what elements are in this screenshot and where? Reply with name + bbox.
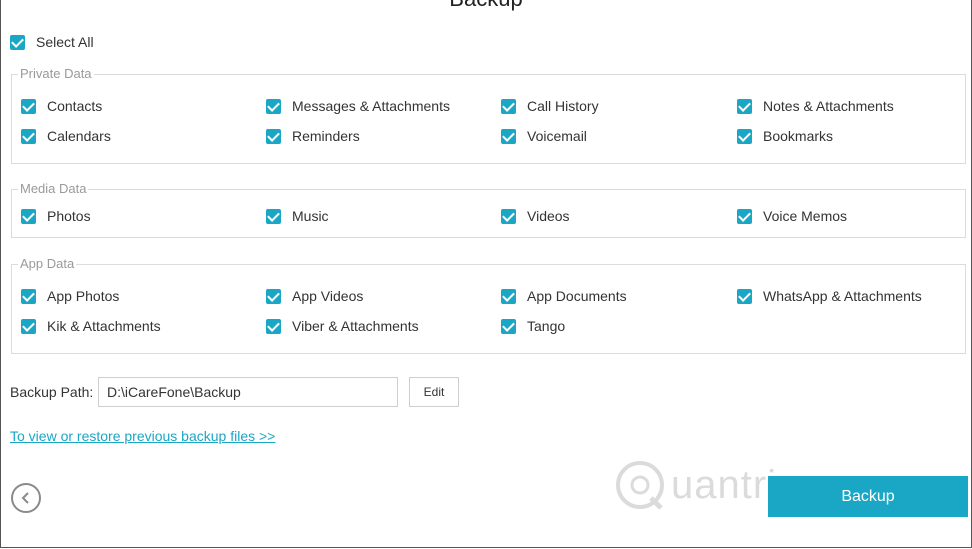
- group-legend: Media Data: [18, 181, 89, 196]
- checkbox-voice-memos[interactable]: Voice Memos: [737, 208, 847, 224]
- checkmark-icon: [21, 288, 36, 304]
- backup-path-label: Backup Path:: [10, 384, 94, 400]
- app-window: Backup Select All Private Data Contacts …: [0, 0, 972, 548]
- checkbox-music[interactable]: Music: [266, 208, 329, 224]
- checkmark-icon: [266, 128, 281, 144]
- checkbox-messages[interactable]: Messages & Attachments: [266, 98, 450, 114]
- checkmark-icon: [266, 208, 281, 224]
- checkbox-label: App Documents: [527, 288, 627, 304]
- checkbox-viber[interactable]: Viber & Attachments: [266, 318, 419, 334]
- checkbox-voicemail[interactable]: Voicemail: [501, 128, 587, 144]
- checkmark-icon: [21, 98, 36, 114]
- checkmark-icon: [266, 288, 281, 304]
- checkmark-icon: [501, 98, 516, 114]
- edit-button[interactable]: Edit: [409, 377, 459, 407]
- checkbox-label: Contacts: [47, 98, 103, 114]
- select-all-checkbox[interactable]: Select All: [10, 34, 94, 50]
- private-data-group: Private Data Contacts Messages & Attachm…: [11, 66, 966, 164]
- checkmark-icon: [501, 208, 516, 224]
- quantrimang-logo: [616, 461, 664, 510]
- checkbox-whatsapp[interactable]: WhatsApp & Attachments: [737, 288, 922, 304]
- checkbox-label: Reminders: [292, 128, 360, 144]
- checkmark-icon: [737, 208, 752, 224]
- checkbox-call-history[interactable]: Call History: [501, 98, 599, 114]
- checkbox-calendars[interactable]: Calendars: [21, 128, 111, 144]
- checkbox-label: Call History: [527, 98, 599, 114]
- checkmark-icon: [501, 318, 516, 334]
- checkmark-icon: [501, 128, 516, 144]
- checkbox-label: Music: [292, 208, 329, 224]
- checkbox-photos[interactable]: Photos: [21, 208, 91, 224]
- checkmark-icon: [10, 34, 25, 50]
- checkbox-label: Voice Memos: [763, 208, 848, 224]
- checkbox-label: App Videos: [292, 288, 364, 304]
- checkbox-label: Kik & Attachments: [47, 318, 161, 334]
- checkbox-tango[interactable]: Tango: [501, 318, 565, 334]
- checkbox-app-photos[interactable]: App Photos: [21, 288, 119, 304]
- backup-path-input[interactable]: [98, 377, 398, 407]
- checkbox-label: Tango: [527, 318, 566, 334]
- checkbox-app-documents[interactable]: App Documents: [501, 288, 627, 304]
- select-all-label: Select All: [36, 34, 94, 50]
- checkbox-label: Notes & Attachments: [763, 98, 894, 114]
- checkmark-icon: [21, 318, 36, 334]
- back-button[interactable]: [11, 483, 41, 513]
- checkbox-label: Photos: [47, 208, 91, 224]
- checkbox-label: Calendars: [47, 128, 111, 144]
- restore-backup-link[interactable]: To view or restore previous backup files…: [10, 428, 275, 444]
- app-data-group: App Data App Photos App Videos App Docum…: [11, 256, 966, 354]
- checkbox-app-videos[interactable]: App Videos: [266, 288, 363, 304]
- checkmark-icon: [21, 208, 36, 224]
- checkmark-icon: [737, 128, 752, 144]
- checkmark-icon: [21, 128, 36, 144]
- checkbox-reminders[interactable]: Reminders: [266, 128, 360, 144]
- checkbox-videos[interactable]: Videos: [501, 208, 570, 224]
- checkbox-bookmarks[interactable]: Bookmarks: [737, 128, 833, 144]
- checkbox-label: Bookmarks: [763, 128, 834, 144]
- checkbox-notes[interactable]: Notes & Attachments: [737, 98, 894, 114]
- checkmark-icon: [737, 288, 752, 304]
- group-legend: App Data: [18, 256, 77, 271]
- checkmark-icon: [737, 98, 752, 114]
- checkmark-icon: [501, 288, 516, 304]
- checkbox-contacts[interactable]: Contacts: [21, 98, 102, 114]
- chevron-left-icon: [21, 492, 29, 504]
- checkbox-label: App Photos: [47, 288, 120, 304]
- checkmark-icon: [266, 98, 281, 114]
- checkbox-label: Messages & Attachments: [292, 98, 450, 114]
- checkbox-kik[interactable]: Kik & Attachments: [21, 318, 161, 334]
- checkbox-label: WhatsApp & Attachments: [763, 288, 922, 304]
- checkbox-label: Voicemail: [527, 128, 587, 144]
- backup-button[interactable]: Backup: [768, 476, 968, 517]
- checkbox-label: Viber & Attachments: [292, 318, 419, 334]
- group-legend: Private Data: [18, 66, 94, 81]
- checkmark-icon: [266, 318, 281, 334]
- checkbox-label: Videos: [527, 208, 570, 224]
- page-title: Backup: [1, 0, 971, 12]
- media-data-group: Media Data Photos Music Videos Voice Mem…: [11, 181, 966, 238]
